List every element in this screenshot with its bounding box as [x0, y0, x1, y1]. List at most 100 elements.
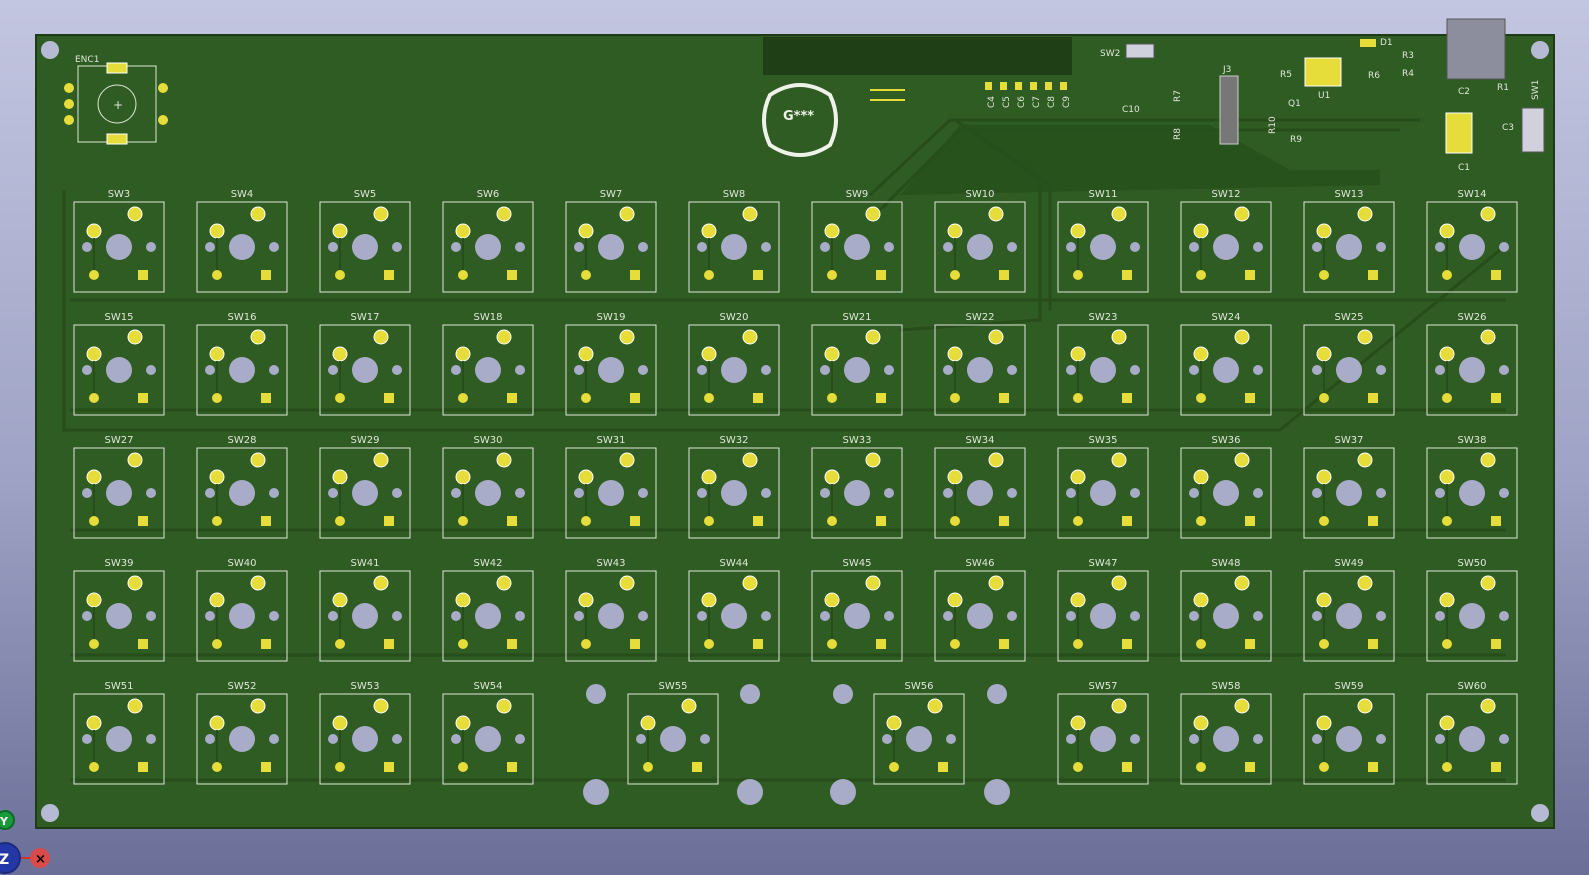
switch-label: SW29 — [351, 435, 380, 446]
stabilizer-hole-icon — [737, 779, 763, 805]
button-sw2 — [1125, 43, 1155, 59]
switch-label: SW9 — [846, 189, 869, 200]
switch-label: SW59 — [1335, 681, 1364, 692]
switch-label: SW55 — [659, 681, 688, 692]
mounting-hole-icon — [1531, 41, 1549, 59]
regulator-chip — [1445, 112, 1473, 154]
cap-label: C7 — [1032, 96, 1042, 108]
mounting-hole-icon — [41, 41, 59, 59]
svg-text:R7: R7 — [1173, 90, 1183, 102]
switch-label: SW41 — [351, 558, 380, 569]
switch-label: SW26 — [1458, 312, 1487, 323]
switch-label: SW3 — [108, 189, 131, 200]
switch-label: SW15 — [105, 312, 134, 323]
svg-text:SW1: SW1 — [1531, 80, 1541, 100]
svg-text:C3: C3 — [1502, 123, 1514, 133]
switch-label: SW35 — [1089, 435, 1118, 446]
svg-text:C1: C1 — [1458, 163, 1470, 173]
switch-label: SW17 — [351, 312, 380, 323]
stabilizer-hole-icon — [830, 779, 856, 805]
svg-text:R5: R5 — [1280, 70, 1292, 80]
switch-label: SW53 — [351, 681, 380, 692]
display-cutout — [763, 37, 1072, 75]
switch-label: SW5 — [354, 189, 377, 200]
cap-label: C6 — [1017, 96, 1027, 108]
svg-text:D1: D1 — [1380, 38, 1393, 48]
switch-label: SW10 — [966, 189, 995, 200]
mounting-hole-icon — [1531, 804, 1549, 822]
svg-text:Y: Y — [0, 815, 9, 828]
svg-text:R9: R9 — [1290, 135, 1302, 145]
switch-label: SW33 — [843, 435, 872, 446]
switch-label: SW23 — [1089, 312, 1118, 323]
header-j3 — [1219, 75, 1239, 145]
svg-text:+: + — [113, 98, 123, 112]
switch-label: SW46 — [966, 558, 995, 569]
switch-label: SW39 — [105, 558, 134, 569]
switch-label: SW18 — [474, 312, 503, 323]
switch-label: SW27 — [105, 435, 134, 446]
switch-label: SW6 — [477, 189, 500, 200]
switch-label: SW37 — [1335, 435, 1364, 446]
switch-label: SW31 — [597, 435, 626, 446]
chip-u1 — [1304, 57, 1342, 87]
svg-text:Z: Z — [0, 852, 9, 868]
switch-label: SW38 — [1458, 435, 1487, 446]
switch-label: SW57 — [1089, 681, 1118, 692]
switch-label: SW54 — [474, 681, 503, 692]
switch-label: SW7 — [600, 189, 623, 200]
switch-label: SW42 — [474, 558, 503, 569]
switch-label: SW52 — [228, 681, 257, 692]
svg-text:J3: J3 — [1222, 65, 1231, 75]
switch-label: SW24 — [1212, 312, 1241, 323]
svg-text:R10: R10 — [1268, 116, 1278, 134]
stabilizer-hole-icon — [740, 684, 760, 704]
switch-label: SW34 — [966, 435, 995, 446]
stabilizer-hole-icon — [583, 779, 609, 805]
cap-label: C8 — [1047, 96, 1057, 108]
switch-label: SW60 — [1458, 681, 1487, 692]
svg-text:R3: R3 — [1402, 51, 1414, 61]
svg-text:U1: U1 — [1318, 91, 1330, 101]
svg-text:R1: R1 — [1497, 83, 1509, 93]
switch-label: SW8 — [723, 189, 746, 200]
switch-label: SW44 — [720, 558, 749, 569]
slide-switch-sw1 — [1521, 107, 1545, 153]
stabilizer-hole-icon — [833, 684, 853, 704]
switch-label: SW45 — [843, 558, 872, 569]
switch-label: SW21 — [843, 312, 872, 323]
switch-label: SW16 — [228, 312, 257, 323]
enc-label: ENC1 — [75, 55, 99, 65]
svg-text:R8: R8 — [1173, 128, 1183, 140]
switch-label: SW36 — [1212, 435, 1241, 446]
svg-text:C10: C10 — [1122, 105, 1140, 115]
switch-label: SW51 — [105, 681, 134, 692]
switch-label: SW47 — [1089, 558, 1118, 569]
switch-label: SW56 — [905, 681, 934, 692]
stabilizer-hole-icon — [586, 684, 606, 704]
switch-label: SW40 — [228, 558, 257, 569]
switch-label: SW48 — [1212, 558, 1241, 569]
switch-label: SW12 — [1212, 189, 1241, 200]
switch-label: SW49 — [1335, 558, 1364, 569]
svg-text:R4: R4 — [1402, 69, 1414, 79]
switch-label: SW28 — [228, 435, 257, 446]
switch-label: SW13 — [1335, 189, 1364, 200]
cap-label: C9 — [1062, 96, 1072, 108]
pcb-viewport[interactable]: ENC1 + G*** C4 C5 C6 C7 C8 C9 SW2 D1 R3 R4 R1… — [0, 0, 1589, 875]
switch-label: SW32 — [720, 435, 749, 446]
switch-label: SW14 — [1458, 189, 1487, 200]
switch-label: SW58 — [1212, 681, 1241, 692]
svg-text:Q1: Q1 — [1288, 99, 1301, 109]
stabilizer-hole-icon — [987, 684, 1007, 704]
cap-label: C4 — [987, 96, 997, 108]
svg-text:C2: C2 — [1458, 87, 1470, 97]
usb-c-connector — [1446, 18, 1506, 80]
switch-label: SW4 — [231, 189, 254, 200]
stabilizer-hole-icon — [984, 779, 1010, 805]
svg-text:SW2: SW2 — [1100, 49, 1120, 59]
switch-label: SW50 — [1458, 558, 1487, 569]
switch-label: SW22 — [966, 312, 995, 323]
switch-label: SW20 — [720, 312, 749, 323]
switch-label: SW11 — [1089, 189, 1118, 200]
